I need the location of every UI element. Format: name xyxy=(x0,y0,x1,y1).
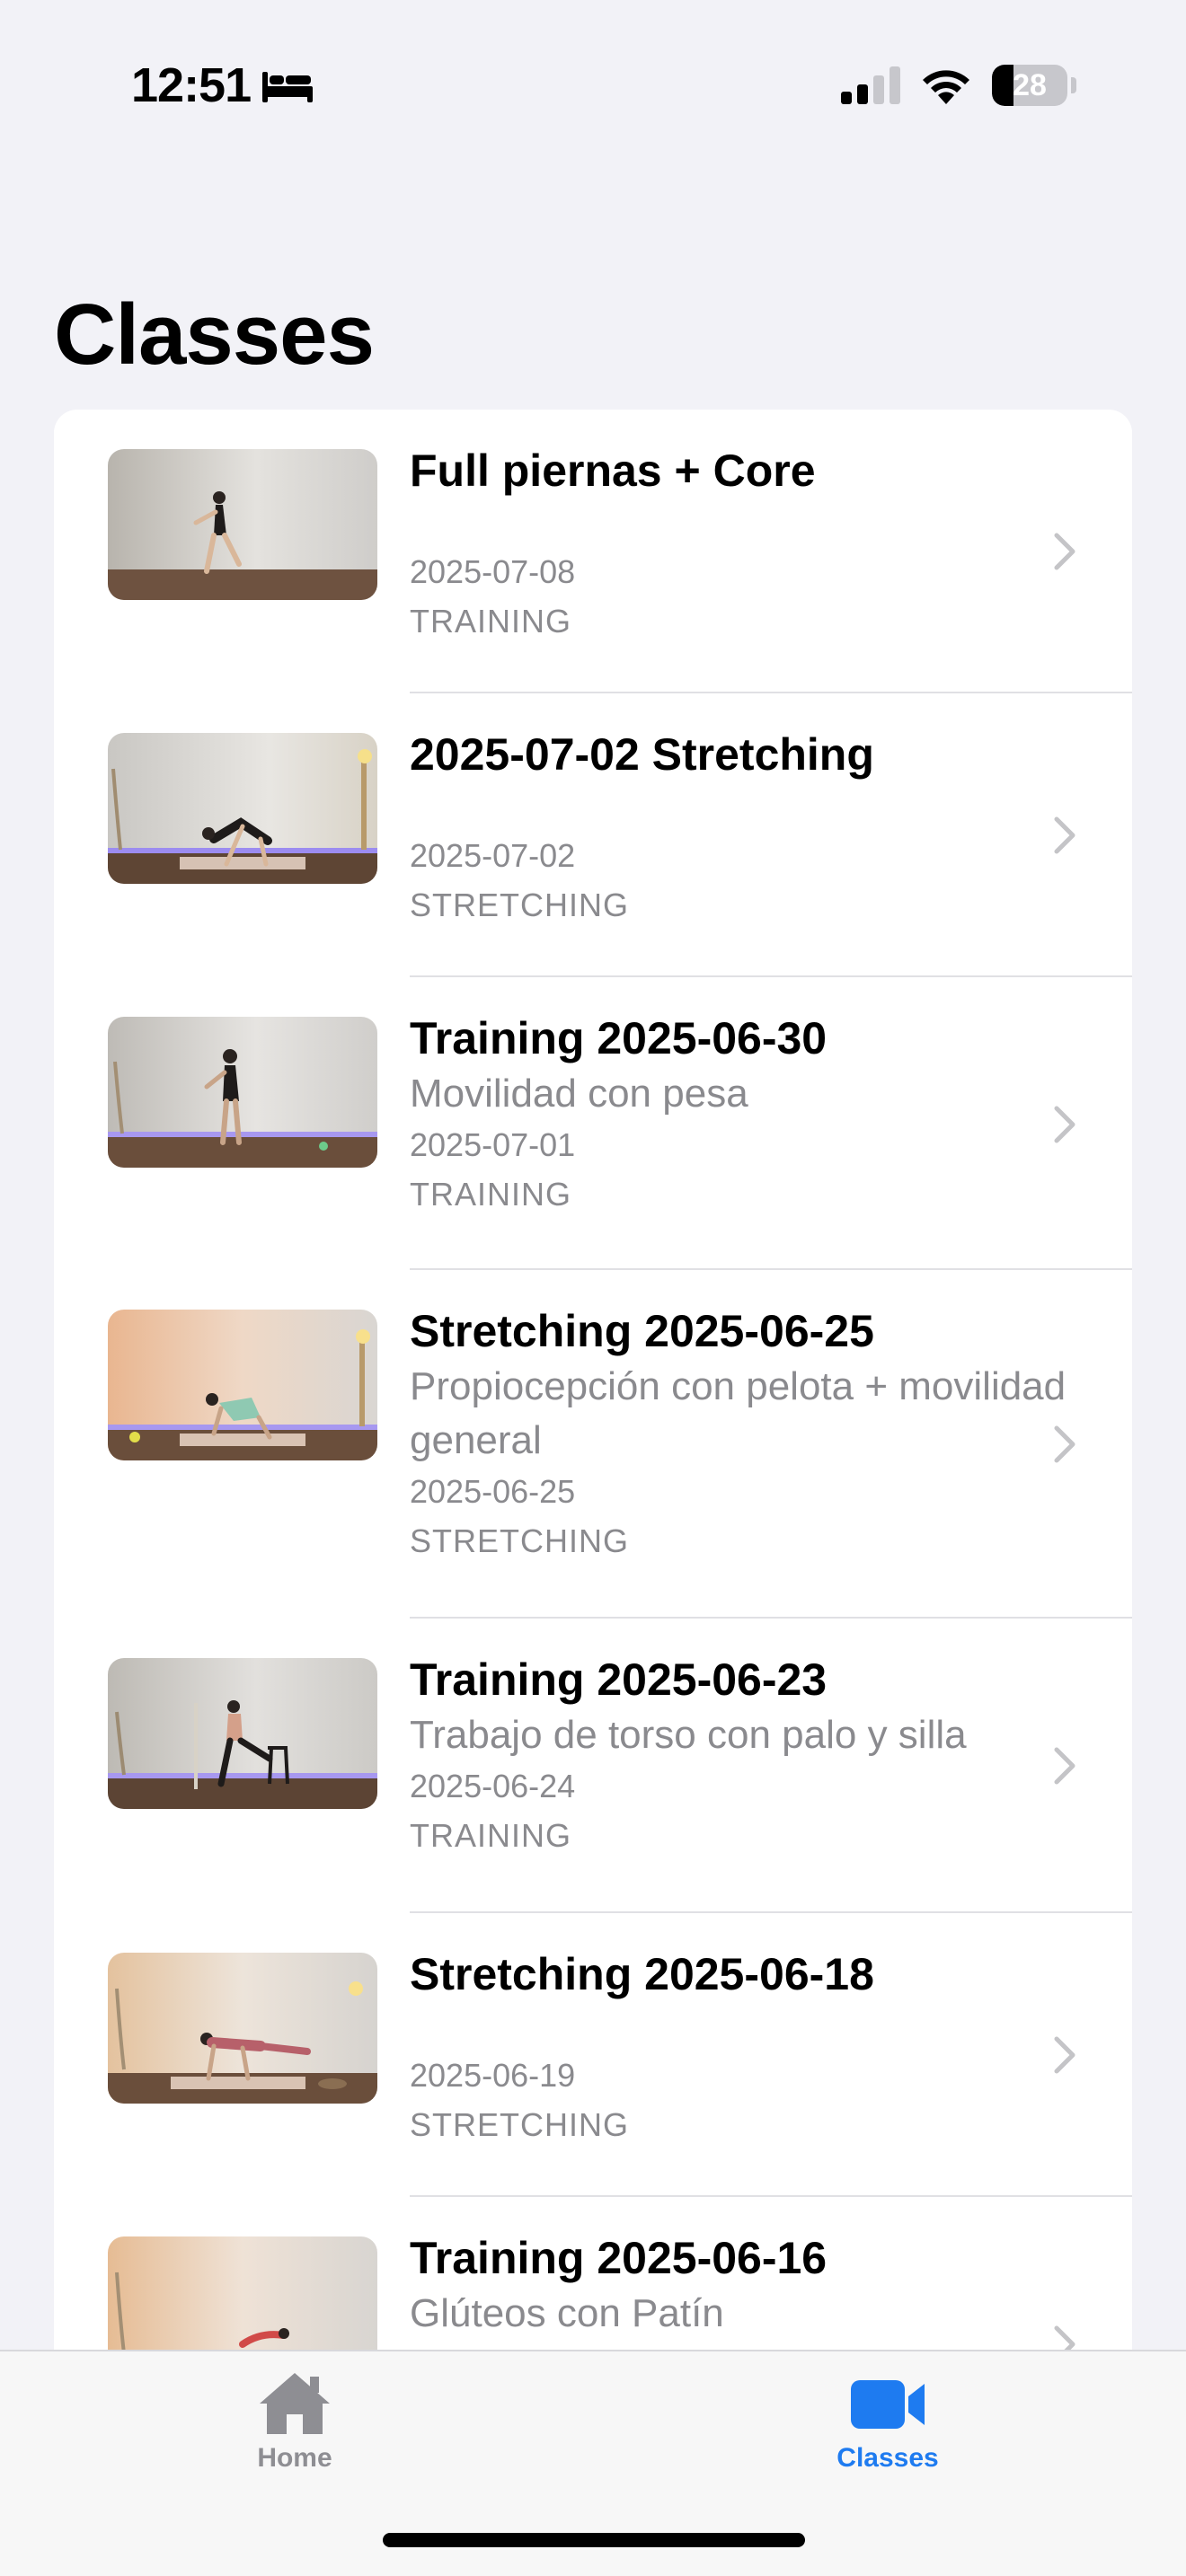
class-title: Training 2025-06-30 xyxy=(410,1013,828,1063)
class-subtitle: Trabajo de torso con palo y silla xyxy=(410,1713,967,1757)
class-thumbnail xyxy=(108,2236,377,2350)
class-type: TRAINING xyxy=(410,603,572,640)
class-type: TRAINING xyxy=(410,1176,572,1213)
class-date: 2025-07-08 xyxy=(410,553,576,590)
chevron-right-icon xyxy=(1054,816,1075,854)
class-type: TRAINING xyxy=(410,1817,572,1854)
chevron-right-icon xyxy=(1054,1747,1075,1785)
class-title: Stretching 2025-06-25 xyxy=(410,1306,874,1356)
class-title: Stretching 2025-06-18 xyxy=(410,1949,874,1999)
class-row[interactable]: Training 2025-06-30 Movilidad con pesa 2… xyxy=(54,977,1132,1270)
class-subtitle: Propiocepción con pelota + movilidad gen… xyxy=(410,1364,1067,1462)
class-row[interactable]: Stretching 2025-06-25 Propiocepción con … xyxy=(54,1270,1132,1619)
class-date: 2025-07-01 xyxy=(410,1126,576,1163)
chevron-right-icon xyxy=(1054,1106,1075,1143)
tab-home-label: Home xyxy=(257,2443,332,2473)
class-date: 2025-06-25 xyxy=(410,1473,576,1510)
class-row[interactable]: Training 2025-06-16 Glúteos con Patín xyxy=(54,2197,1132,2350)
class-date: 2025-07-02 xyxy=(410,837,576,874)
class-thumbnail xyxy=(108,1953,377,2104)
status-bar: 12:51 28 xyxy=(0,0,1186,171)
class-date: 2025-06-24 xyxy=(410,1768,576,1804)
bed-icon xyxy=(262,72,313,102)
class-subtitle: Movilidad con pesa xyxy=(410,1072,748,1116)
page-title: Classes xyxy=(54,287,375,383)
video-camera-icon xyxy=(851,2380,925,2429)
class-thumbnail xyxy=(108,449,377,600)
tab-home[interactable]: Home xyxy=(205,2369,385,2504)
class-row[interactable]: Stretching 2025-06-18 2025-06-19 STRETCH… xyxy=(54,1913,1132,2197)
class-date: 2025-06-19 xyxy=(410,2057,576,2094)
tab-classes[interactable]: Classes xyxy=(798,2369,978,2504)
tab-classes-label: Classes xyxy=(836,2443,939,2473)
battery-level: 28 xyxy=(1013,68,1047,102)
class-row[interactable]: Full piernas + Core 2025-07-08 TRAINING xyxy=(54,410,1132,693)
home-indicator[interactable] xyxy=(383,2533,805,2547)
chevron-right-icon xyxy=(1054,533,1075,570)
wifi-icon xyxy=(923,70,969,104)
classes-screen: 12:51 28 Classes Full piernas + Core 202… xyxy=(0,0,1186,2576)
class-title: Full piernas + Core xyxy=(410,446,816,496)
class-subtitle xyxy=(410,2003,1075,2051)
class-thumbnail xyxy=(108,1310,377,1460)
class-thumbnail xyxy=(108,1658,377,1809)
class-title: Training 2025-06-23 xyxy=(410,1654,828,1705)
house-icon xyxy=(260,2373,330,2434)
class-type: STRETCHING xyxy=(410,887,629,923)
status-time: 12:51 xyxy=(131,58,252,112)
class-subtitle: Glúteos con Patín xyxy=(410,2291,724,2335)
class-type: STRETCHING xyxy=(410,1522,629,1559)
class-title: Training 2025-06-16 xyxy=(410,2233,828,2283)
class-thumbnail xyxy=(108,1017,377,1168)
chevron-right-icon xyxy=(1054,1425,1075,1463)
class-row[interactable]: 2025-07-02 Stretching 2025-07-02 STRETCH… xyxy=(54,693,1132,977)
class-title: 2025-07-02 Stretching xyxy=(410,729,874,780)
class-thumbnail xyxy=(108,733,377,884)
classes-list[interactable]: Full piernas + Core 2025-07-08 TRAINING xyxy=(54,410,1132,2350)
class-subtitle xyxy=(410,783,1075,832)
chevron-right-icon xyxy=(1054,2325,1075,2350)
battery-indicator: 28 xyxy=(992,65,1076,106)
class-row[interactable]: Training 2025-06-23 Trabajo de torso con… xyxy=(54,1619,1132,1913)
chevron-right-icon xyxy=(1054,2036,1075,2074)
class-subtitle xyxy=(410,499,1075,548)
cellular-signal-icon xyxy=(841,66,900,104)
class-type: STRETCHING xyxy=(410,2106,629,2143)
